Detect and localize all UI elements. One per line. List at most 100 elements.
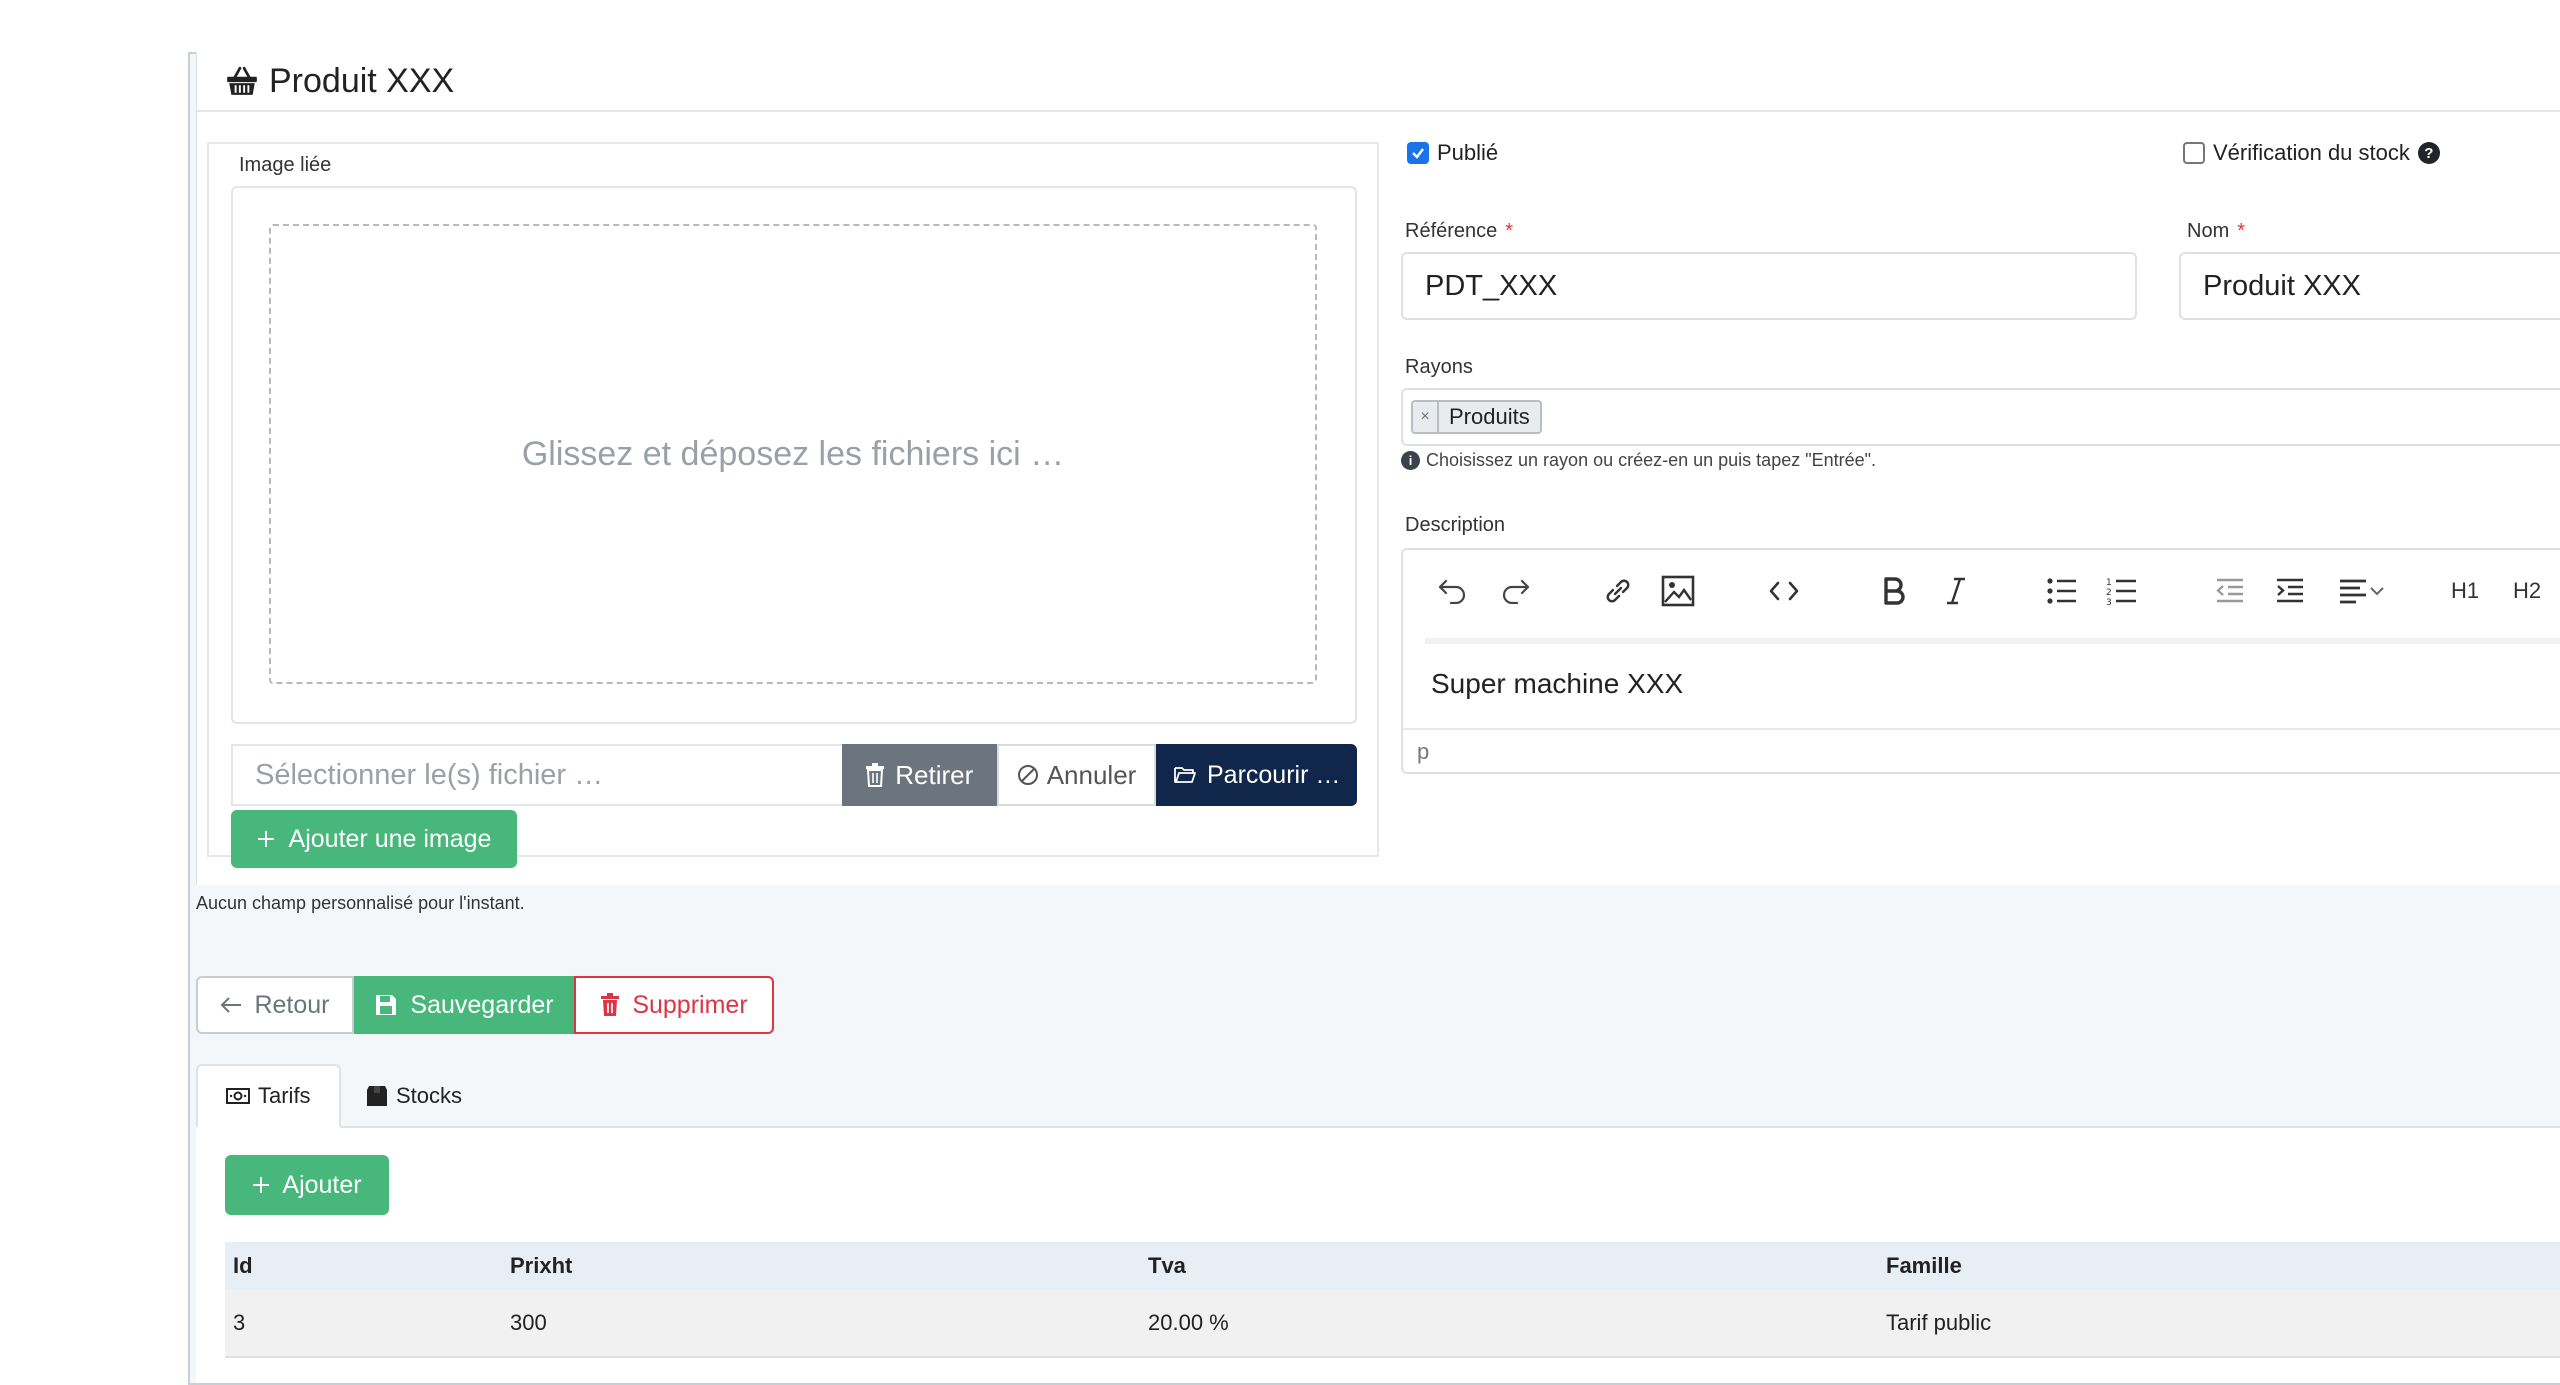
rayons-label: Rayons — [1405, 356, 1473, 378]
cell-id: 3 — [233, 1310, 246, 1335]
redo-icon[interactable] — [1497, 572, 1535, 610]
table-row[interactable]: 3 300 20.00 % Tarif public — [225, 1290, 2560, 1358]
remove-file-label: Retirer — [895, 759, 974, 790]
publie-checkbox[interactable] — [1407, 142, 1429, 164]
box-icon — [367, 1086, 387, 1106]
product-card: Produit XXX Image liée Glissez et dépose… — [196, 52, 2560, 885]
italic-icon[interactable] — [1937, 572, 1975, 610]
publie-checkbox-row: Publié — [1407, 140, 1498, 166]
back-button[interactable]: Retour — [196, 976, 354, 1034]
tag-remove-icon[interactable]: × — [1413, 402, 1439, 432]
outdent-icon[interactable] — [2211, 572, 2249, 610]
cell-prixht: 300 — [510, 1310, 547, 1335]
stock-checkbox-row: Vérification du stock ? — [2183, 140, 2440, 166]
product-form: Publié Vérification du stock ? Référence… — [1401, 52, 2560, 885]
tab-bar: Tarifs Stocks — [196, 1064, 2560, 1128]
publie-label: Publié — [1437, 140, 1499, 165]
nom-input[interactable]: Produit XXX — [2179, 252, 2560, 320]
column-header-id[interactable]: Id — [225, 1242, 510, 1290]
heading-2-button[interactable]: H2 — [2513, 572, 2541, 610]
money-bill-icon — [226, 1088, 250, 1104]
description-editor: 123 H1 H2 Super machine XXX p — [1401, 548, 2560, 774]
browse-label: Parcourir … — [1207, 760, 1341, 789]
delete-label: Supprimer — [632, 990, 748, 1019]
tab-tarifs[interactable]: Tarifs — [196, 1064, 341, 1128]
indent-icon[interactable] — [2271, 572, 2309, 610]
image-icon[interactable] — [1659, 572, 1697, 610]
stock-check-label: Vérification du stock — [2213, 140, 2410, 165]
reference-input[interactable]: PDT_XXX — [1401, 252, 2137, 320]
info-circle-icon: i — [1401, 451, 1420, 470]
drop-zone-container: Glissez et déposez les fichiers ici … — [231, 186, 1357, 724]
add-image-button[interactable]: Ajouter une image — [231, 810, 517, 868]
delete-button[interactable]: Supprimer — [574, 976, 774, 1034]
plus-icon — [253, 1177, 270, 1193]
description-label: Description — [1405, 514, 1506, 536]
tab-stocks[interactable]: Stocks — [338, 1064, 490, 1128]
reference-label-text: Référence — [1405, 220, 1498, 242]
nom-label-text: Nom — [2187, 220, 2230, 242]
file-input-group: Sélectionner le(s) fichier … Retirer Ann… — [231, 744, 1358, 806]
required-mark: * — [2237, 220, 2246, 242]
rayons-hint: i Choisissez un rayon ou créez-en un pui… — [1401, 450, 1876, 471]
drop-zone[interactable]: Glissez et déposez les fichiers ici … — [269, 224, 1317, 684]
check-icon — [1412, 148, 1424, 159]
rayons-hint-text: Choisissez un rayon ou créez-en un puis … — [1426, 450, 1877, 470]
image-panel: Image liée Glissez et déposez les fichie… — [207, 142, 1379, 868]
nom-label: Nom * — [2187, 220, 2245, 243]
cancel-upload-label: Annuler — [1046, 759, 1137, 790]
editor-status-bar: p — [1403, 728, 2560, 774]
toolbar-divider — [1425, 638, 2560, 644]
cell-tva: 20.00 % — [1148, 1310, 1229, 1335]
chevron-down-icon — [2370, 587, 2384, 596]
browse-button[interactable]: Parcourir … — [1156, 744, 1358, 806]
drop-zone-text: Glissez et déposez les fichiers ici … — [521, 434, 1065, 473]
trash-icon — [866, 763, 885, 787]
action-button-group: Retour Sauvegarder Supprimer — [196, 976, 774, 1034]
rayon-tag: × Produits — [1411, 400, 1542, 434]
editor-content[interactable]: Super machine XXX — [1431, 668, 1683, 700]
remove-file-button[interactable]: Retirer — [841, 744, 997, 806]
image-panel-legend: Image liée — [239, 154, 332, 176]
align-dropdown[interactable] — [2329, 572, 2395, 610]
back-label: Retour — [254, 990, 330, 1019]
column-header-prixht[interactable]: Prixht — [510, 1242, 1148, 1290]
svg-text:1: 1 — [2106, 578, 2112, 588]
floppy-disk-icon — [376, 995, 397, 1015]
tab-stocks-label: Stocks — [396, 1083, 463, 1108]
basket-icon — [227, 66, 257, 95]
code-icon[interactable] — [1765, 572, 1803, 610]
stock-check-checkbox[interactable] — [2183, 142, 2205, 164]
editor-toolbar: 123 H1 H2 — [1403, 550, 2560, 630]
undo-icon[interactable] — [1433, 572, 1471, 610]
save-button[interactable]: Sauvegarder — [354, 976, 574, 1034]
cell-famille: Tarif public — [1886, 1310, 1992, 1335]
plus-icon — [257, 831, 274, 847]
arrow-left-icon — [221, 997, 242, 1013]
align-left-icon — [2340, 579, 2366, 604]
rayons-tag-input[interactable]: × Produits — [1401, 388, 2560, 446]
add-tarif-label: Ajouter — [282, 1170, 362, 1199]
column-header-tva[interactable]: Tva — [1148, 1242, 1886, 1290]
heading-1-button[interactable]: H1 — [2451, 572, 2479, 610]
file-select-input[interactable]: Sélectionner le(s) fichier … — [231, 744, 842, 806]
tab-tarifs-label: Tarifs — [258, 1083, 311, 1108]
svg-text:2: 2 — [2106, 588, 2112, 598]
add-tarif-button[interactable]: Ajouter — [225, 1155, 389, 1215]
bullet-list-icon[interactable] — [2043, 572, 2081, 610]
reference-label: Référence * — [1405, 220, 1513, 243]
tarifs-panel: Ajouter Id Prixht Tva Famille 3 300 20.0… — [196, 1128, 2560, 1383]
add-image-label: Ajouter une image — [288, 824, 492, 853]
required-mark: * — [1505, 220, 1514, 242]
bold-icon[interactable] — [1875, 572, 1913, 610]
question-circle-icon[interactable]: ? — [2417, 142, 2440, 164]
tarifs-table: Id Prixht Tva Famille 3 300 20.00 % Tari… — [225, 1242, 2560, 1358]
column-header-famille[interactable]: Famille — [1886, 1242, 2560, 1290]
ban-icon — [1017, 765, 1038, 785]
svg-text:3: 3 — [2106, 598, 2112, 606]
numbered-list-icon[interactable]: 123 — [2103, 572, 2141, 610]
link-icon[interactable] — [1599, 572, 1637, 610]
cancel-upload-button[interactable]: Annuler — [996, 744, 1157, 806]
table-header: Id Prixht Tva Famille — [225, 1242, 2560, 1290]
trash-icon — [601, 993, 620, 1016]
